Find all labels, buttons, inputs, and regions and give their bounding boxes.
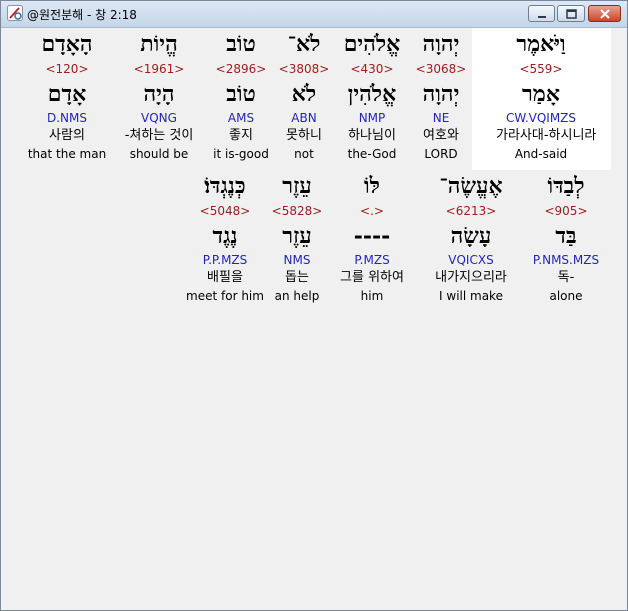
morph-code: CW.VQIMZS bbox=[505, 111, 577, 125]
lemma-word: אָדָם bbox=[47, 81, 87, 107]
morph-code: VQICXS bbox=[448, 253, 494, 267]
hebrew-word: טוֹב bbox=[226, 31, 256, 57]
strong-number: <120> bbox=[45, 62, 89, 76]
app-window: @원전분해 - 창 2:18 וַיֹּאמֶר <559> אָמַר CW.… bbox=[0, 0, 628, 611]
strong-number: <5048> bbox=[199, 204, 251, 218]
korean-gloss: 배필을 bbox=[207, 270, 243, 285]
hebrew-word: לְבַדּוֹ bbox=[547, 173, 585, 199]
korean-gloss: 독- bbox=[557, 270, 575, 285]
strong-number: <905> bbox=[544, 204, 588, 218]
korean-gloss: -쳐하는 것이 bbox=[124, 128, 194, 143]
interlinear-panel[interactable]: וַיֹּאמֶר <559> אָמַר CW.VQIMZS 가라사대-하시니… bbox=[2, 28, 626, 609]
hebrew-word: אֶעֱשֶׂה־ bbox=[439, 173, 503, 199]
english-gloss: that the man bbox=[27, 147, 107, 161]
maximize-icon bbox=[566, 9, 577, 19]
hebrew-word: הָאָדָם bbox=[41, 31, 93, 57]
morph-code: P.P.MZS bbox=[202, 253, 248, 267]
strong-number: <2896> bbox=[215, 62, 267, 76]
title-bar[interactable]: @원전분해 - 창 2:18 bbox=[1, 1, 627, 28]
lemma-word: הָיָה bbox=[143, 81, 175, 107]
korean-gloss: 가라사대-하시니라 bbox=[496, 128, 597, 143]
app-logo-icon bbox=[7, 5, 23, 21]
morph-code: P.NMS.MZS bbox=[532, 253, 600, 267]
close-icon bbox=[600, 9, 610, 19]
english-gloss: should be bbox=[129, 147, 189, 161]
english-gloss: it is-good bbox=[213, 147, 269, 161]
lemma-word: עָשָׂה bbox=[450, 223, 492, 249]
strong-number: <6213> bbox=[445, 204, 497, 218]
close-button[interactable] bbox=[588, 5, 621, 22]
english-gloss: meet for him bbox=[186, 289, 264, 303]
lemma-word: טוֹב bbox=[226, 81, 256, 107]
morph-code: AMS bbox=[227, 111, 255, 125]
hebrew-word: כְּנֶגְדּוֹ׃ bbox=[204, 173, 246, 199]
lemma-word: בַּד bbox=[555, 223, 577, 249]
maximize-button[interactable] bbox=[557, 5, 585, 22]
lemma-word: אָמַר bbox=[522, 81, 560, 107]
korean-gloss: 좋지 bbox=[229, 128, 253, 143]
lemma-word: נֶגֶד bbox=[212, 223, 238, 249]
strong-number: <1961> bbox=[133, 62, 185, 76]
minimize-icon bbox=[538, 16, 546, 18]
hebrew-word: הֱיוֹת bbox=[140, 31, 178, 57]
strong-number: <559> bbox=[519, 62, 563, 76]
window-title: @원전분해 - 창 2:18 bbox=[27, 8, 137, 22]
minimize-button[interactable] bbox=[528, 5, 555, 22]
english-gloss: alone bbox=[549, 289, 583, 303]
morph-code: VQNG bbox=[141, 111, 177, 125]
english-gloss: And-said bbox=[514, 147, 568, 161]
hebrew-word: וַיֹּאמֶר bbox=[516, 31, 566, 57]
korean-gloss: 내가지으리라 bbox=[435, 270, 507, 285]
english-gloss: I will make bbox=[439, 289, 503, 303]
korean-gloss: 사람의 bbox=[49, 128, 85, 143]
morph-code: D.NMS bbox=[46, 111, 87, 125]
